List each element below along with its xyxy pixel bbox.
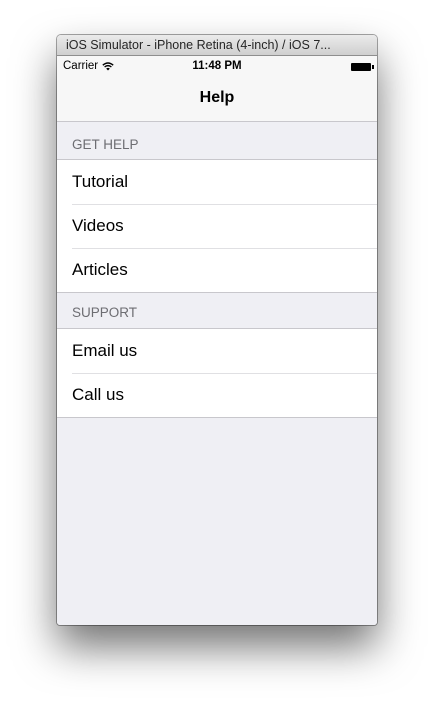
cell-label: Call us: [72, 385, 124, 404]
cell-label: Articles: [72, 260, 128, 279]
cell-label: Tutorial: [72, 172, 129, 191]
window-titlebar[interactable]: iOS Simulator - iPhone Retina (4-inch) /…: [57, 35, 377, 56]
window-title: iOS Simulator - iPhone Retina (4-inch) /…: [66, 38, 331, 52]
section-header-support: SUPPORT: [72, 305, 138, 320]
cell-label: Videos: [72, 216, 124, 235]
cell-articles[interactable]: Articles: [57, 248, 377, 292]
battery-icon: [351, 63, 374, 71]
status-bar: Carrier 11:48 PM: [57, 56, 377, 76]
nav-title: Help: [199, 89, 235, 106]
cell-videos[interactable]: Videos: [57, 204, 377, 248]
cell-call-us[interactable]: Call us: [57, 373, 377, 417]
simulator-window: iOS Simulator - iPhone Retina (4-inch) /…: [57, 35, 377, 625]
get-help-group: Tutorial Videos Articles: [57, 159, 377, 293]
cell-label: Email us: [72, 341, 138, 360]
cell-tutorial[interactable]: Tutorial: [57, 160, 377, 204]
section-header-get-help: GET HELP: [72, 137, 139, 152]
device-screen: Carrier 11:48 PM Help GET HELP Tutorial …: [57, 56, 377, 625]
support-group: Email us Call us: [57, 328, 377, 418]
cell-email-us[interactable]: Email us: [57, 329, 377, 373]
status-time: 11:48 PM: [192, 60, 242, 72]
navigation-bar: Help: [57, 76, 377, 122]
